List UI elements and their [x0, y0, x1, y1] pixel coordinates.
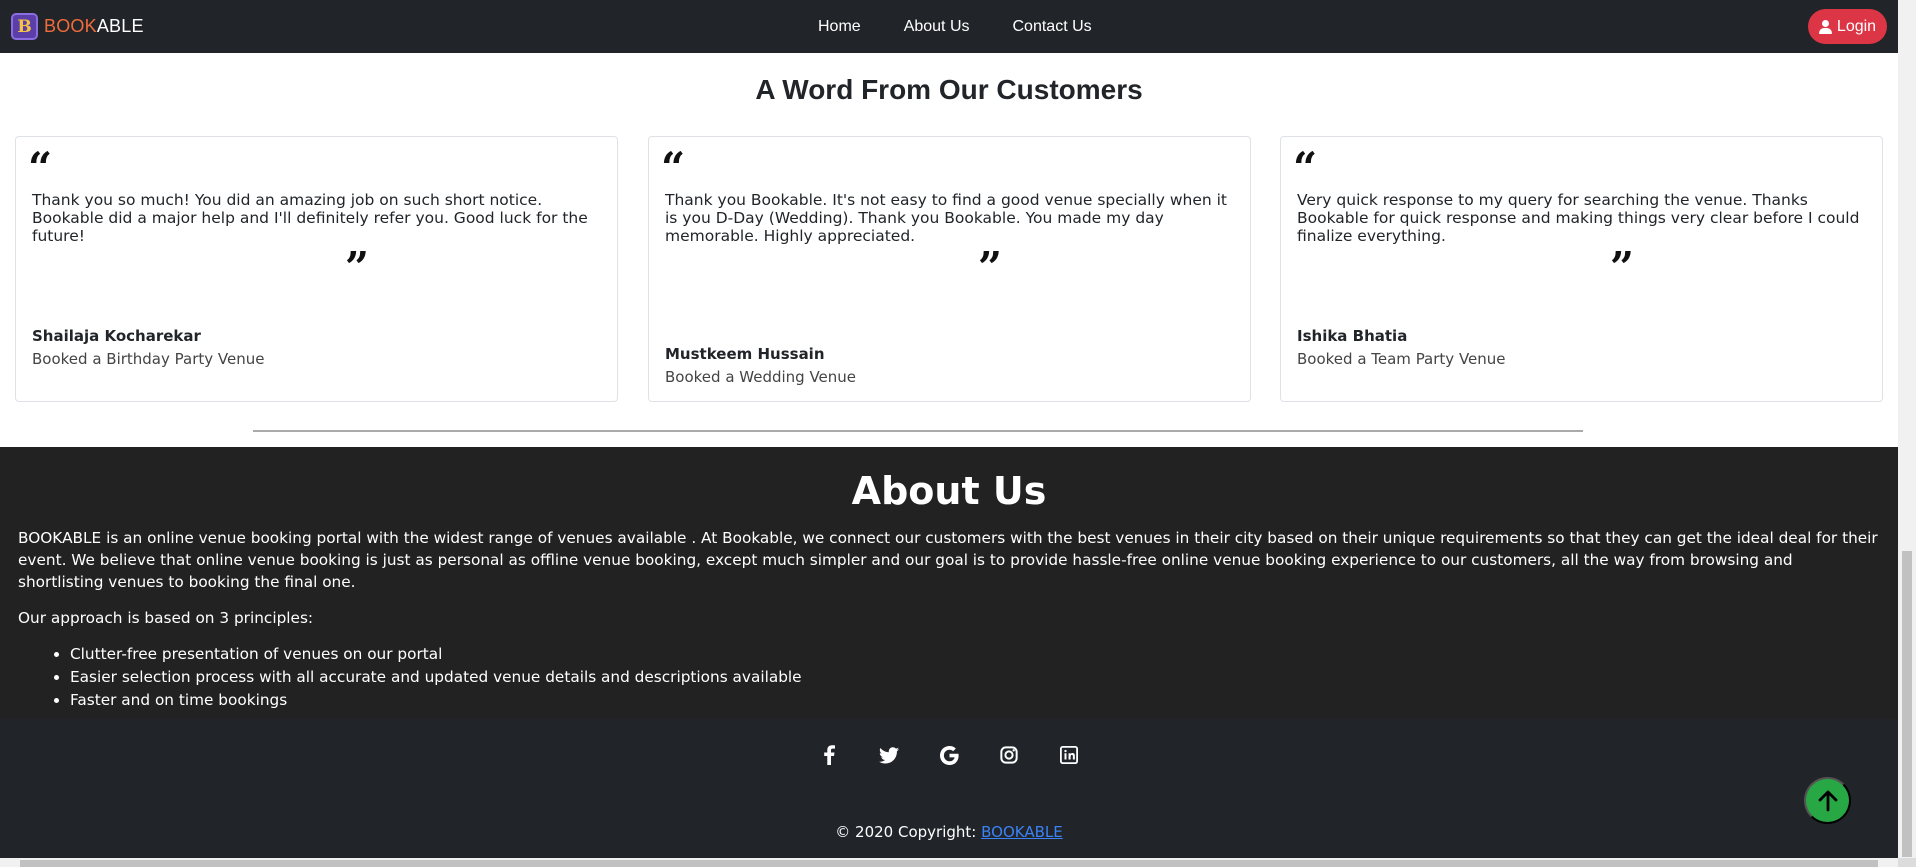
- login-button[interactable]: Login: [1808, 9, 1887, 44]
- brand-logo-icon: B: [11, 13, 38, 40]
- principles-list: Clutter-free presentation of venues on o…: [70, 643, 1898, 712]
- user-icon: [1818, 19, 1832, 34]
- testimonial-card: “ Thank you Bookable. It's not easy to f…: [648, 136, 1251, 402]
- quote-open-icon: “: [1293, 143, 1318, 192]
- nav-link-about-us[interactable]: About Us: [904, 18, 970, 36]
- quote-open-icon: “: [661, 143, 686, 192]
- quote-close-icon: ”: [977, 243, 1003, 292]
- vertical-scrollbar-thumb[interactable]: [1902, 551, 1912, 857]
- list-item: Easier selection process with all accura…: [70, 666, 1898, 689]
- scroll-to-top-button[interactable]: [1804, 777, 1851, 824]
- horizontal-scrollbar[interactable]: [0, 858, 1916, 867]
- testimonial-card: “ Very quick response to my query for se…: [1280, 136, 1883, 402]
- nav-links: Home About Us Contact Us: [818, 0, 1135, 53]
- instagram-icon[interactable]: [997, 743, 1021, 767]
- navbar: B BOOKABLE Home About Us Contact Us Logi…: [0, 0, 1898, 53]
- testimonial-text: Thank you Bookable. It's not easy to fin…: [665, 191, 1228, 245]
- testimonial-text-wrapper: Thank you Bookable. It's not easy to fin…: [665, 191, 1235, 292]
- linkedin-icon[interactable]: [1057, 743, 1081, 767]
- facebook-icon[interactable]: [817, 743, 841, 767]
- brand-name-part1: BOOK: [44, 16, 97, 36]
- testimonial-text: Thank you so much! You did an amazing jo…: [32, 191, 588, 245]
- testimonial-text: Very quick response to my query for sear…: [1297, 191, 1860, 245]
- about-section: About Us BOOKABLE is an online venue boo…: [0, 447, 1898, 719]
- testimonial-subtitle: Booked a Wedding Venue: [665, 368, 857, 386]
- quote-open-icon: “: [28, 143, 53, 192]
- brand-logo-link[interactable]: B BOOKABLE: [11, 13, 144, 40]
- nav-link-contact-us[interactable]: Contact Us: [1013, 18, 1092, 36]
- social-links: [0, 743, 1898, 767]
- about-title: About Us: [851, 469, 1047, 513]
- login-label: Login: [1836, 17, 1877, 35]
- nav-link-home[interactable]: Home: [818, 18, 861, 36]
- copyright-link[interactable]: BOOKABLE: [981, 823, 1063, 841]
- testimonial-subtitle: Booked a Birthday Party Venue: [32, 350, 265, 368]
- testimonial-subtitle: Booked a Team Party Venue: [1297, 350, 1506, 368]
- footer: © 2020 Copyright: BOOKABLE: [0, 719, 1898, 858]
- brand-name-part2: ABLE: [96, 16, 144, 36]
- list-item: Faster and on time bookings: [70, 689, 1898, 712]
- vertical-scrollbar[interactable]: [1898, 0, 1916, 858]
- quote-close-icon: ”: [1609, 243, 1635, 292]
- section-divider: [253, 430, 1583, 432]
- list-item: Clutter-free presentation of venues on o…: [70, 643, 1898, 666]
- copyright-text: © 2020 Copyright:: [835, 823, 982, 841]
- arrow-up-icon: [1818, 790, 1837, 811]
- google-icon[interactable]: [937, 743, 961, 767]
- brand-name: BOOKABLE: [44, 16, 144, 37]
- about-text: BOOKABLE is an online venue booking port…: [18, 529, 1878, 591]
- testimonial-text-wrapper: Thank you so much! You did an amazing jo…: [32, 191, 602, 292]
- testimonial-text-wrapper: Very quick response to my query for sear…: [1297, 191, 1867, 292]
- testimonial-author: Ishika Bhatia: [1297, 327, 1408, 345]
- testimonials-title: A Word From Our Customers: [755, 74, 1143, 105]
- scrollbar-corner: [1898, 858, 1916, 867]
- testimonial-card: “ Thank you so much! You did an amazing …: [15, 136, 618, 402]
- testimonial-author: Mustkeem Hussain: [665, 345, 825, 363]
- horizontal-scrollbar-thumb[interactable]: [20, 860, 1878, 867]
- quote-close-icon: ”: [344, 243, 370, 292]
- testimonial-author: Shailaja Kocharekar: [32, 327, 201, 345]
- about-approach: Our approach is based on 3 principles:: [18, 609, 314, 627]
- copyright: © 2020 Copyright: BOOKABLE: [0, 823, 1898, 841]
- twitter-icon[interactable]: [877, 743, 901, 767]
